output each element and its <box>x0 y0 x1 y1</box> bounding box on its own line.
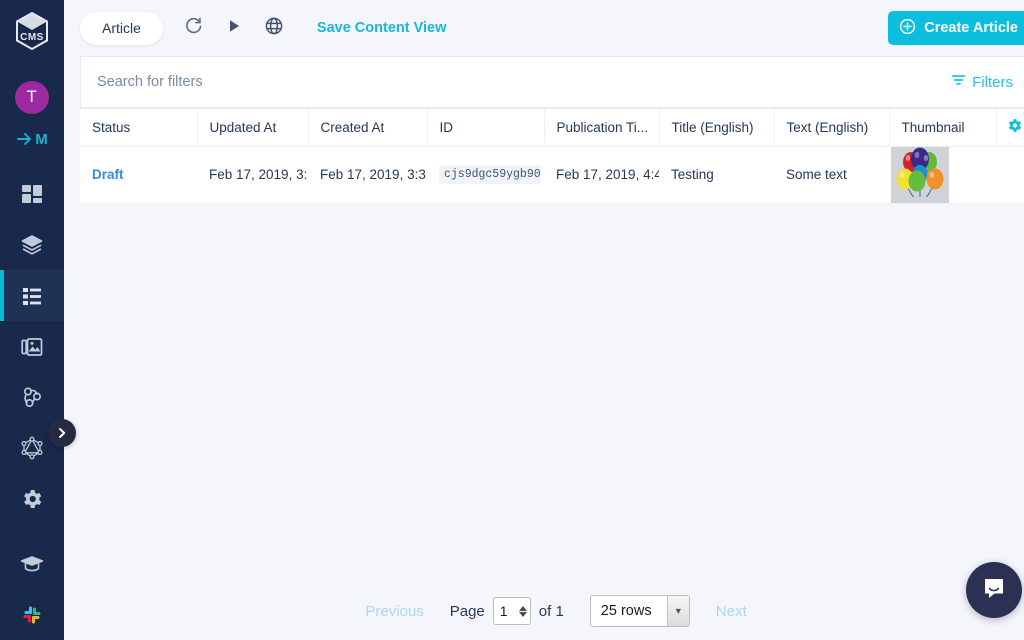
user-avatar[interactable]: T <box>15 81 49 114</box>
svg-text:CMS: CMS <box>20 32 44 43</box>
save-content-view-link[interactable]: Save Content View <box>317 20 446 36</box>
balloons-image <box>891 147 949 203</box>
top-toolbar: Article <box>64 0 1024 56</box>
status-badge: Draft <box>92 167 124 182</box>
page-number-stepper[interactable]: 1 <box>493 597 531 625</box>
column-header-title-english[interactable]: Title (English) <box>659 109 774 146</box>
sidebar-item-schema[interactable] <box>0 220 64 271</box>
column-header-id[interactable]: ID <box>427 109 544 146</box>
sidebar-item-assets[interactable] <box>0 321 64 372</box>
rows-per-page-value: 25 rows <box>591 603 667 619</box>
page-number-value: 1 <box>500 603 508 619</box>
page-label: Page <box>450 603 485 620</box>
stepper-arrows-icon[interactable] <box>519 606 527 617</box>
graduation-cap-icon <box>19 553 45 575</box>
cell-created-at: Feb 17, 2019, 3:3 <box>308 146 427 203</box>
migration-icon: M <box>17 131 47 148</box>
slack-icon <box>20 603 44 627</box>
filters-label: Filters <box>972 74 1013 91</box>
sidebar-item-dashboard[interactable] <box>0 169 64 220</box>
next-page-button[interactable]: Next <box>716 603 747 620</box>
id-chip: cjs9dgc59ygb90 <box>439 165 541 184</box>
images-icon <box>20 336 44 358</box>
graphql-icon <box>20 436 44 460</box>
play-icon <box>226 18 242 39</box>
previous-page-button[interactable]: Previous <box>365 603 423 620</box>
grid-icon <box>20 182 44 206</box>
column-header-created-at[interactable]: Created At <box>308 109 427 146</box>
column-header-status[interactable]: Status <box>80 109 197 146</box>
chat-bubble-icon <box>981 575 1007 606</box>
webhook-icon <box>20 385 44 409</box>
column-header-thumbnail[interactable]: Thumbnail <box>889 109 996 146</box>
sidebar: CMS T M <box>0 0 64 640</box>
sidebar-item-settings[interactable] <box>0 474 64 525</box>
cell-thumbnail <box>889 146 996 203</box>
column-header-updated-at[interactable]: Updated At <box>197 109 308 146</box>
cell-text-english: Some text <box>774 146 889 203</box>
chevron-down-icon: ▼ <box>667 596 689 626</box>
model-chip-label: Article <box>102 20 141 36</box>
sidebar-item-learn[interactable] <box>0 538 64 589</box>
cell-title-english: Testing <box>659 146 774 203</box>
cell-updated-at: Feb 17, 2019, 3:3 <box>197 146 308 203</box>
sidebar-expand-toggle[interactable] <box>48 419 76 447</box>
create-article-button[interactable]: Create Article <box>888 11 1024 45</box>
sidebar-item-migration[interactable]: M <box>0 118 64 161</box>
cell-status: Draft <box>80 146 197 203</box>
refresh-button[interactable] <box>177 11 211 45</box>
table-settings-button[interactable] <box>996 109 1024 146</box>
migration-label: M <box>35 131 47 148</box>
model-chip-article[interactable]: Article <box>80 12 163 45</box>
column-header-text-english[interactable]: Text (English) <box>774 109 889 146</box>
cell-publication-time: Feb 17, 2019, 4:4 <box>544 146 659 203</box>
content-table: Status Updated At Created At ID Publicat… <box>80 108 1024 204</box>
app-root: CMS T M <box>0 0 1024 640</box>
sidebar-item-content[interactable] <box>0 270 64 321</box>
plus-circle-icon <box>899 18 916 39</box>
page-total-label: of 1 <box>539 603 564 620</box>
list-icon <box>20 285 44 307</box>
table-header-row: Status Updated At Created At ID Publicat… <box>80 109 1024 146</box>
rows-per-page-select[interactable]: 25 rows ▼ <box>590 595 690 627</box>
layers-icon <box>20 233 44 257</box>
search-input[interactable] <box>81 57 941 107</box>
cell-row-actions <box>996 146 1024 203</box>
gear-icon <box>1006 122 1023 137</box>
preview-button[interactable] <box>217 11 251 45</box>
pagination-bar: Previous Page 1 of 1 25 rows ▼ Next <box>64 582 1024 640</box>
globe-icon <box>264 16 284 41</box>
cell-id: cjs9dgc59ygb90 <box>427 146 544 203</box>
refresh-icon <box>184 16 203 40</box>
intercom-launcher-button[interactable] <box>966 562 1022 618</box>
filter-icon <box>951 73 966 91</box>
table-row[interactable]: Draft Feb 17, 2019, 3:3 Feb 17, 2019, 3:… <box>80 146 1024 203</box>
column-header-publication-time[interactable]: Publication Ti... <box>544 109 659 146</box>
filters-button[interactable]: Filters <box>941 57 1024 107</box>
locale-button[interactable] <box>257 11 291 45</box>
page-selector-group: Page 1 of 1 <box>450 597 564 625</box>
sidebar-item-webhooks[interactable] <box>0 372 64 423</box>
main-area: Article <box>64 0 1024 640</box>
filter-search-bar: Filters <box>80 56 1024 108</box>
create-article-label: Create Article <box>924 20 1018 36</box>
sidebar-item-slack[interactable] <box>0 589 64 640</box>
gear-icon <box>20 487 44 511</box>
cms-cube-logo[interactable]: CMS <box>0 0 64 63</box>
avatar-initial: T <box>27 87 38 107</box>
